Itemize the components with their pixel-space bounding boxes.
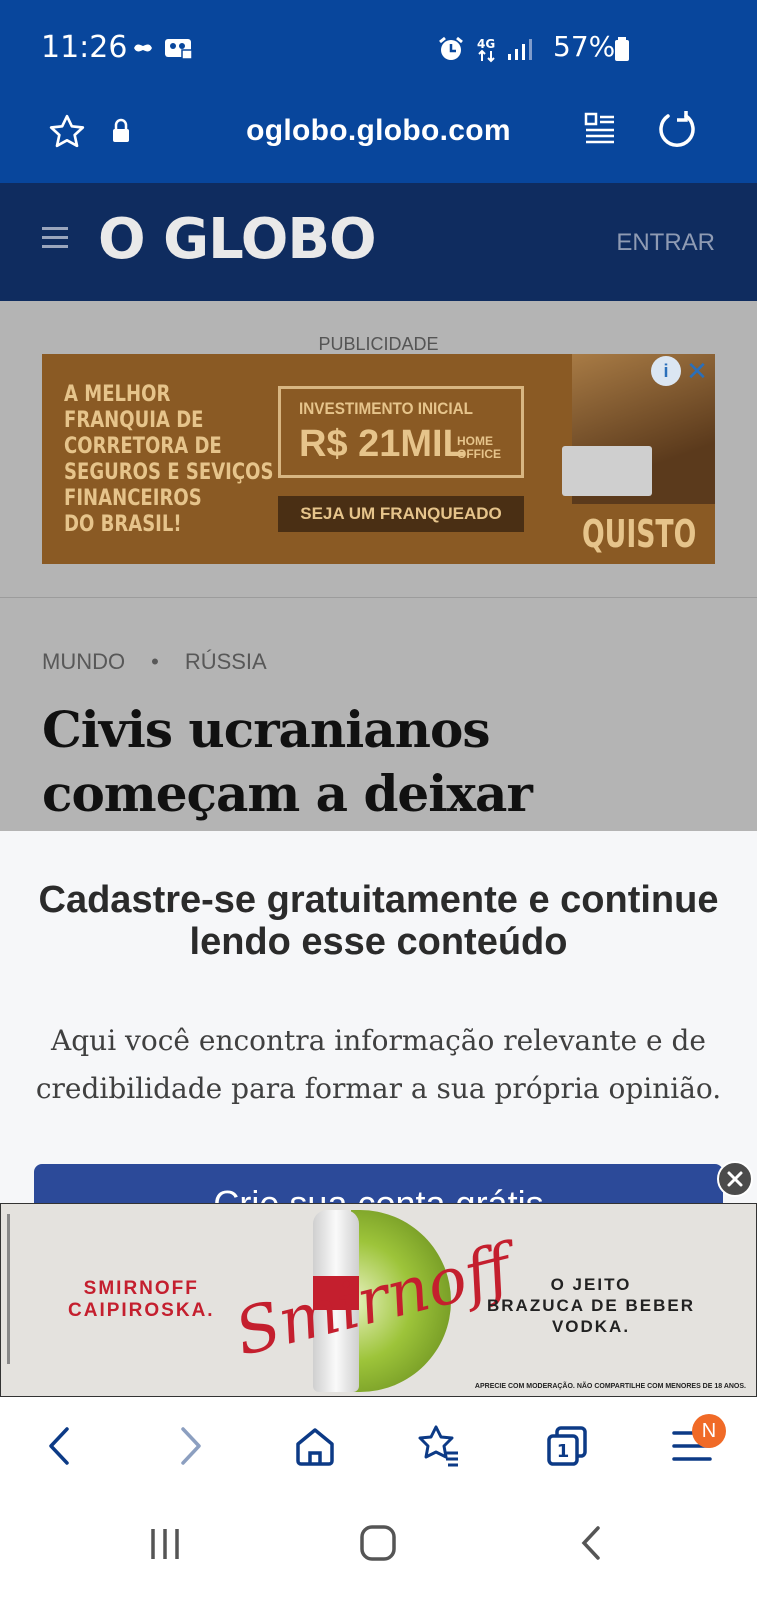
browser-top: 11:26 4G 57% oglobo.globo.com	[0, 0, 757, 183]
status-bar: 11:26 4G 57%	[0, 0, 757, 100]
ad-brand-logo: QUISTO	[582, 512, 697, 556]
signal-icon	[508, 39, 532, 60]
franchise-ad-banner[interactable]: A MELHOR FRANQUIA DE CORRETORA DE SEGURO…	[42, 354, 715, 564]
browser-toolbar: 1	[0, 1397, 757, 1497]
ad-close-icon[interactable]: ✕	[683, 356, 711, 386]
battery-icon	[615, 37, 629, 61]
article-kicker: MUNDO • RÚSSIA	[42, 649, 267, 674]
recent-apps-icon[interactable]	[148, 1527, 182, 1561]
battery-percent: 57%	[553, 30, 616, 63]
article-headline: Civis ucranianos começam a deixar cidade…	[42, 700, 533, 831]
svg-text:1: 1	[557, 1441, 570, 1462]
voicemail-icon	[165, 39, 193, 60]
menu-notification-badge: N	[692, 1414, 726, 1448]
url-bar[interactable]: oglobo.globo.com	[0, 100, 757, 183]
hamburger-menu-icon[interactable]	[42, 227, 68, 249]
ad-headline: A MELHOR FRANQUIA DE CORRETORA DE SEGURO…	[64, 382, 274, 537]
login-link[interactable]: ENTRAR	[616, 229, 715, 257]
home-nav-icon[interactable]	[358, 1523, 398, 1563]
section-link[interactable]: MUNDO	[42, 649, 125, 674]
back-icon[interactable]	[38, 1423, 84, 1469]
smirnoff-ad-banner[interactable]: SMIRNOFF CAIPIROSKA. Smirnoff O JEITO BR…	[0, 1203, 757, 1397]
infinity-icon	[134, 44, 152, 52]
system-nav-bar	[0, 1497, 757, 1600]
article-page: PUBLICIDADE A MELHOR FRANQUIA DE CORRETO…	[0, 301, 757, 831]
ad-info-icon[interactable]: i	[651, 356, 681, 386]
svg-text:4G: 4G	[477, 37, 495, 51]
ad-fine-print: APRECIE COM MODERAÇÃO. NÃO COMPARTILHE C…	[474, 1383, 746, 1390]
reader-mode-icon[interactable]	[584, 112, 616, 146]
reload-icon[interactable]	[656, 108, 698, 150]
ad-laptop-image	[562, 446, 652, 496]
forward-icon[interactable]	[166, 1423, 212, 1469]
ad-side-disclaimer	[7, 1214, 10, 1364]
home-icon[interactable]	[292, 1423, 338, 1469]
paywall-title: Cadastre-se gratuitamente e continue len…	[38, 879, 719, 963]
paywall-modal: Cadastre-se gratuitamente e continue len…	[0, 831, 757, 1224]
ad-investment-box: INVESTIMENTO INICIAL R$ 21MIL HOME OFFIC…	[278, 386, 524, 478]
ad-cta-button[interactable]: SEJA UM FRANQUEADO	[278, 496, 524, 532]
site-header: O GLOBO ENTRAR	[0, 183, 757, 301]
back-nav-icon[interactable]	[576, 1525, 606, 1561]
divider	[0, 597, 757, 598]
status-time: 11:26	[41, 30, 128, 65]
network-4g-icon: 4G	[477, 37, 495, 63]
alarm-icon	[439, 36, 463, 60]
bookmarks-icon[interactable]	[416, 1423, 462, 1469]
close-ad-button[interactable]	[717, 1161, 753, 1197]
subsection-link[interactable]: RÚSSIA	[185, 649, 267, 674]
ad-label: PUBLICIDADE	[318, 334, 439, 354]
tabs-icon[interactable]: 1	[544, 1423, 590, 1469]
ad-left-text: SMIRNOFF CAIPIROSKA.	[68, 1278, 215, 1321]
paywall-body: Aqui você encontra informação relevante …	[35, 1024, 722, 1105]
close-icon	[727, 1171, 743, 1187]
site-logo[interactable]: O GLOBO	[98, 207, 377, 272]
ad-right-text: O JEITO BRAZUCA DE BEBER VODKA.	[487, 1275, 695, 1336]
url-text[interactable]: oglobo.globo.com	[0, 114, 757, 148]
